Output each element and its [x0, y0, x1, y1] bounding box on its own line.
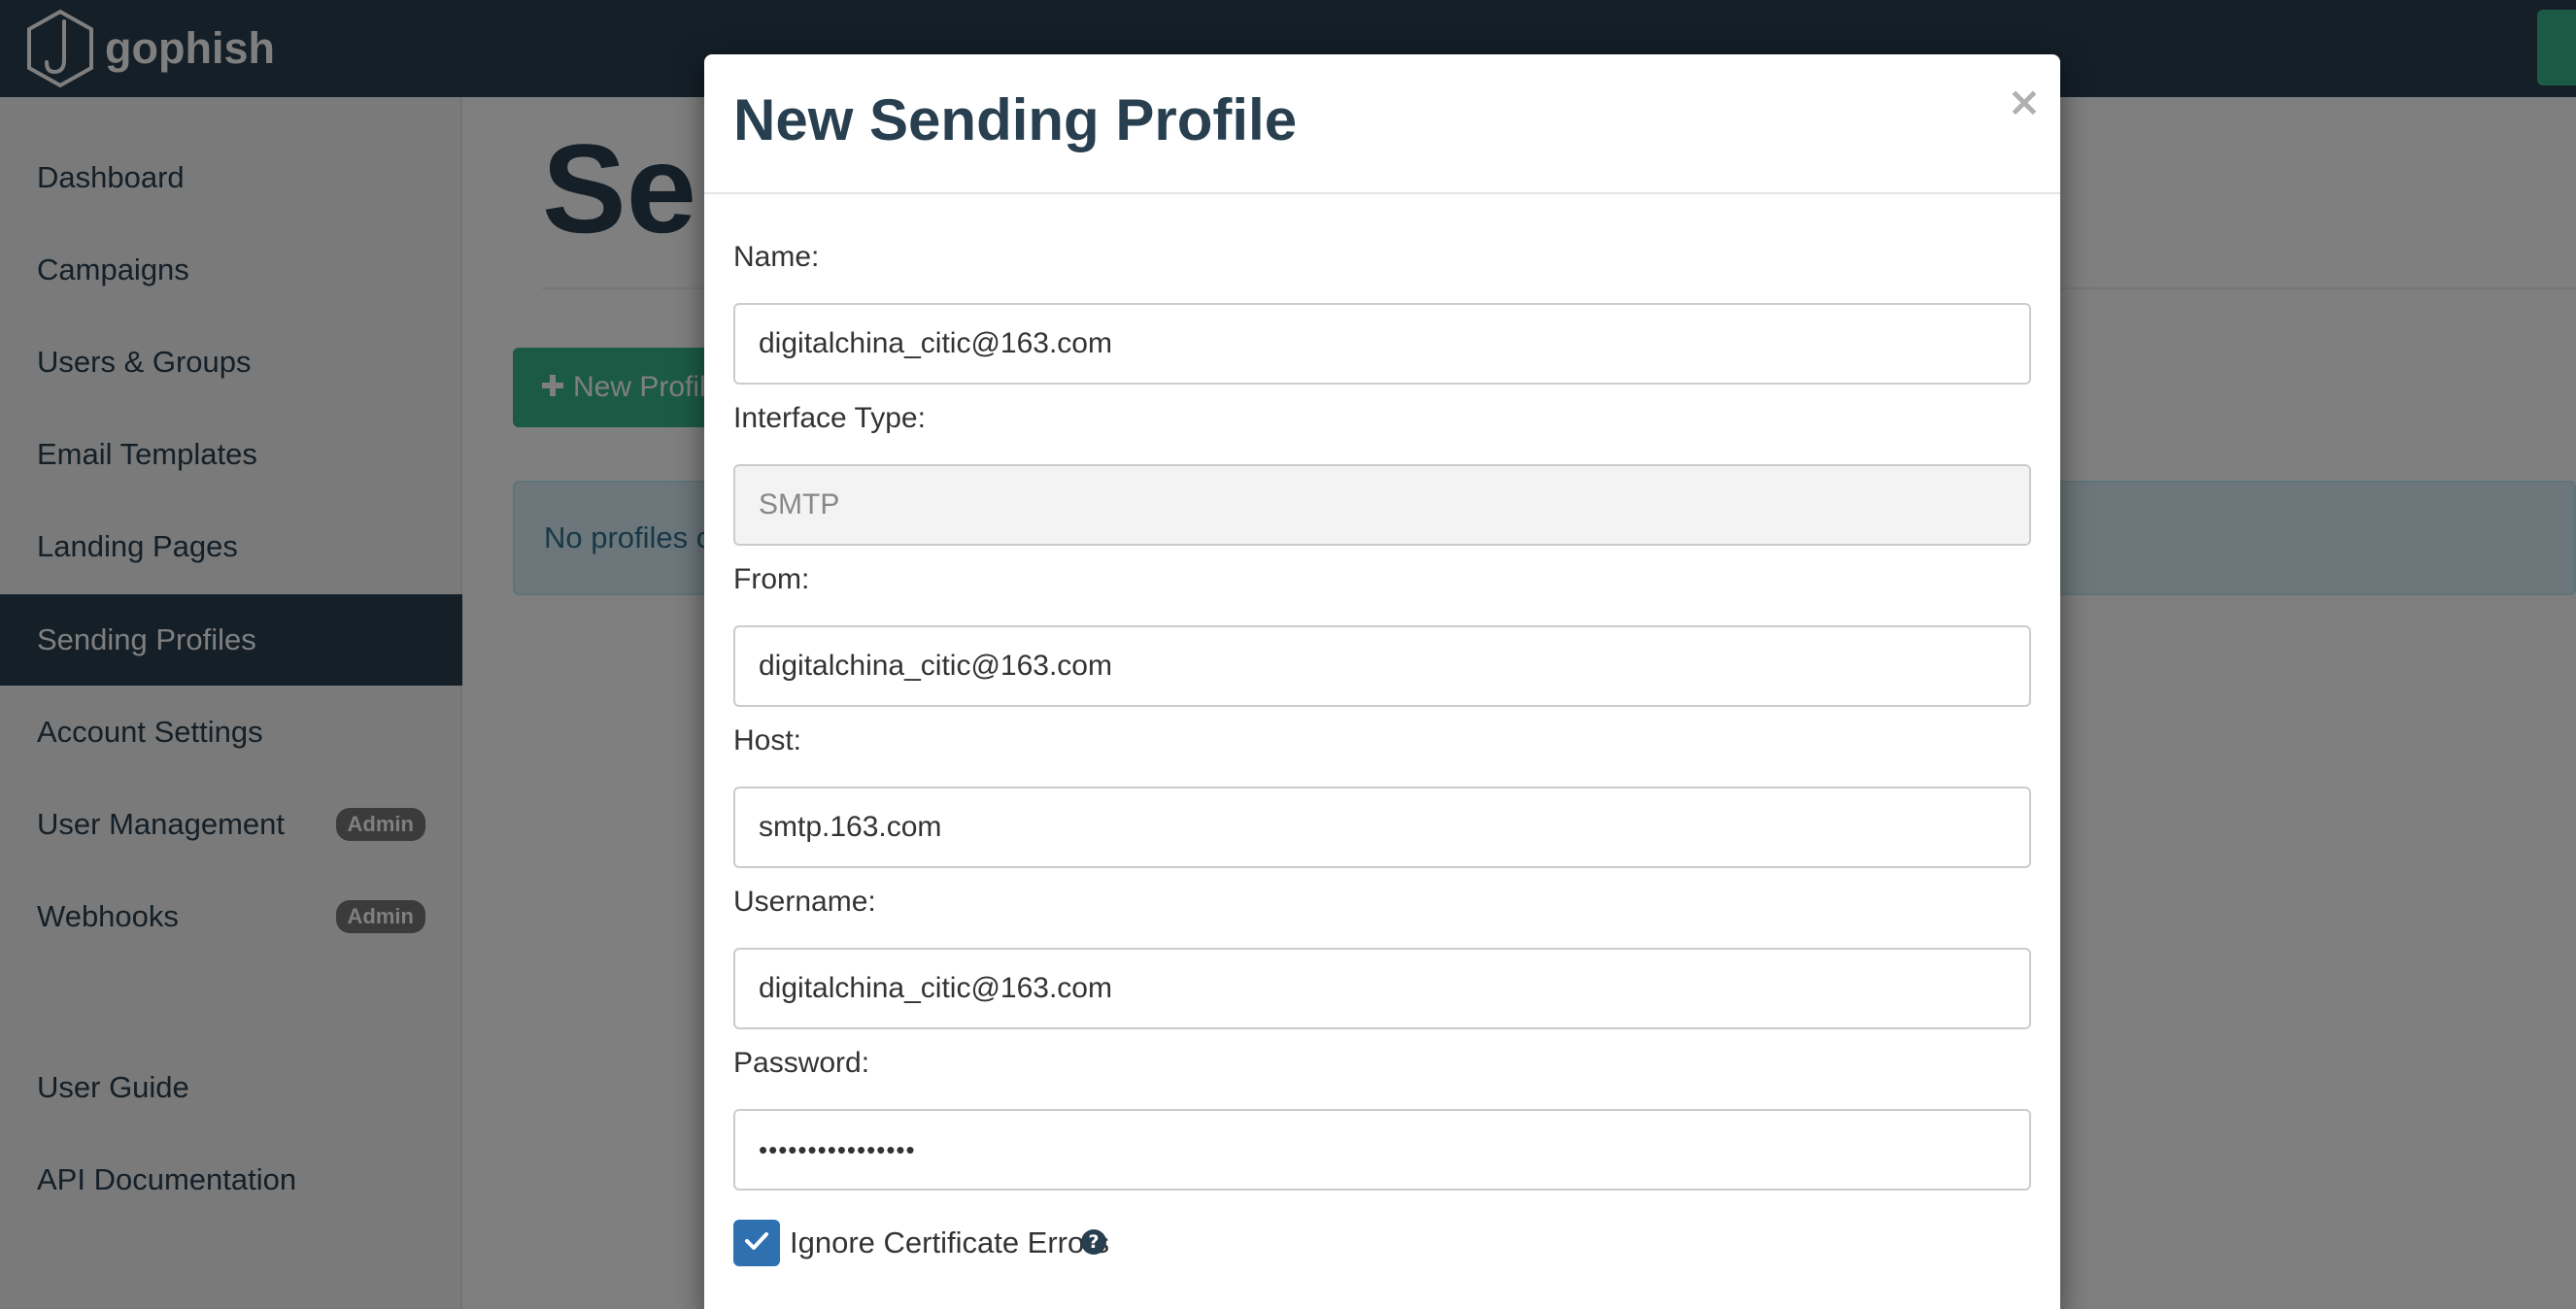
from-label: From: — [733, 563, 810, 595]
modal-header: New Sending Profile × — [704, 54, 2060, 194]
from-input[interactable] — [733, 625, 2031, 707]
checkmark-icon — [744, 1230, 769, 1257]
close-icon[interactable]: × — [2005, 78, 2044, 126]
host-label: Host: — [733, 724, 802, 756]
new-sending-profile-modal: New Sending Profile × Name: Interface Ty… — [704, 54, 2060, 1309]
username-input[interactable] — [733, 948, 2031, 1029]
password-input[interactable]: •••••••••••••••• — [733, 1109, 2031, 1191]
name-label: Name: — [733, 241, 820, 273]
ignore-cert-label[interactable]: Ignore Certificate Errors — [790, 1225, 1109, 1260]
modal-title: New Sending Profile — [733, 87, 1298, 152]
question-circle-icon[interactable]: ? — [1081, 1229, 1106, 1255]
ignore-cert-checkbox[interactable] — [733, 1220, 780, 1266]
password-label: Password: — [733, 1047, 870, 1079]
interface-type-input — [733, 464, 2031, 546]
host-input[interactable] — [733, 787, 2031, 868]
name-input[interactable] — [733, 303, 2031, 385]
interface-type-label: Interface Type: — [733, 402, 926, 434]
username-label: Username: — [733, 886, 876, 918]
